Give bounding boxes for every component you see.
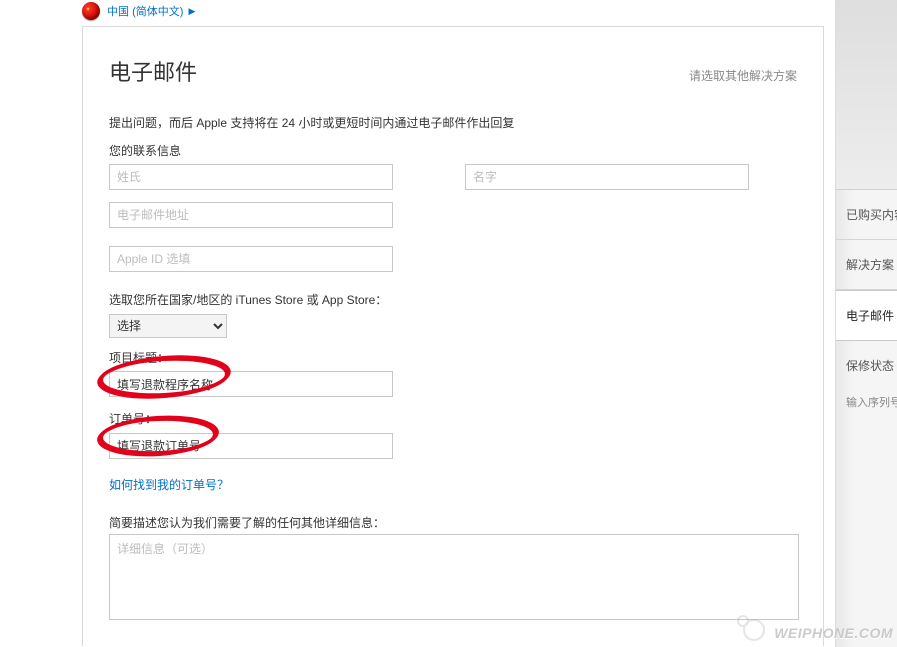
sidebar-item-warranty[interactable]: 保修状态 [836, 341, 897, 390]
alt-solution-link[interactable]: 请选取其他解决方案 [689, 67, 797, 84]
givenname-field[interactable] [465, 164, 749, 190]
description-textarea[interactable] [109, 534, 799, 620]
page-title: 电子邮件 [109, 55, 197, 87]
surname-field[interactable] [109, 164, 393, 190]
description-label: 简要描述您认为我们需要了解的任何其他详细信息： [109, 513, 797, 535]
contact-heading: 您的联系信息 [109, 141, 797, 163]
main-card: 电子邮件 请选取其他解决方案 提出问题，而后 Apple 支持将在 24 小时或… [82, 26, 824, 646]
sidebar-item-solutions[interactable]: 解决方案 [836, 240, 897, 290]
chevron-right-icon: ▶ [189, 6, 196, 16]
project-title-field[interactable] [109, 371, 393, 397]
order-number-field[interactable] [109, 433, 393, 459]
email-field[interactable] [109, 202, 393, 228]
find-order-link[interactable]: 如何找到我的订单号？ [109, 475, 797, 497]
store-select[interactable]: 选择 [109, 314, 227, 338]
china-flag-icon [82, 2, 100, 20]
right-sidebar: 已购买内容 解决方案 电子邮件 保修状态 输入序列号 [835, 0, 897, 647]
sidebar-item-purchased[interactable]: 已购买内容 [836, 190, 897, 240]
sidebar-item-email[interactable]: 电子邮件 [836, 290, 897, 341]
project-title-label: 项目标题： [109, 348, 797, 370]
intro-text: 提出问题，而后 Apple 支持将在 24 小时或更短时间内通过电子邮件作出回复 [109, 113, 797, 135]
sidebar-item-warranty-sub[interactable]: 输入序列号 [836, 390, 897, 426]
order-label: 订单号： [109, 409, 797, 431]
appleid-field[interactable] [109, 246, 393, 272]
region-selector[interactable]: 中国 (简体中文) [107, 6, 183, 18]
store-label: 选取您所在国家/地区的 iTunes Store 或 App Store： [109, 290, 797, 312]
